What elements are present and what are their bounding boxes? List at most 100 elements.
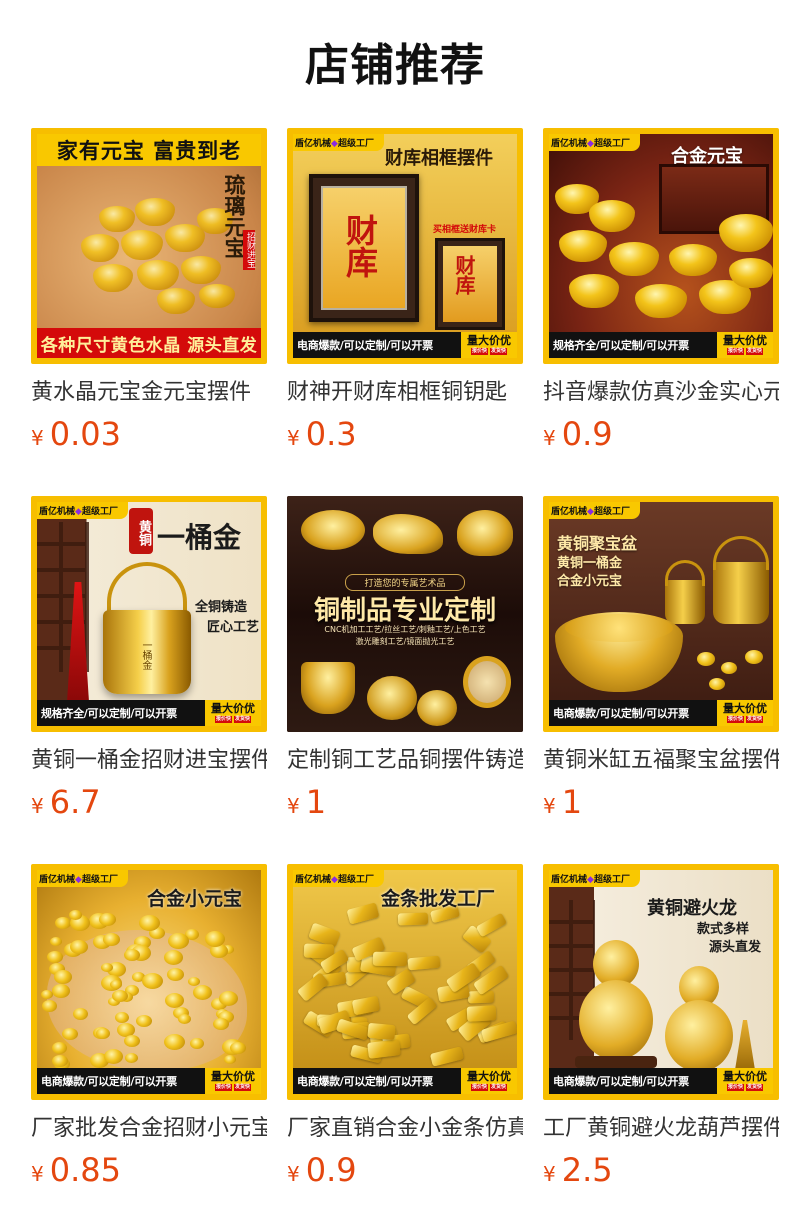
gold-coin	[104, 1049, 123, 1064]
product-name[interactable]: 工厂黄铜避火龙葫芦摆件	[543, 1114, 779, 1144]
brand-suffix: 超级工厂	[337, 139, 374, 149]
price-badge: 量大价优 报价快 发货快	[205, 700, 261, 726]
badge-sub1: 报价快	[726, 348, 744, 355]
promo-text: 电商爆款/可以定制/可以开票	[553, 1075, 689, 1088]
product-card[interactable]: 打造您的专属艺术品 铜制品专业定制 CNC机加工工艺/拉丝工艺/刺釉工艺/上色工…	[287, 496, 523, 832]
promo-text: 电商爆款/可以定制/可以开票	[553, 707, 689, 720]
brand-name: 盾亿机械	[39, 507, 76, 517]
badge-text: 量大价优	[723, 702, 767, 715]
gem-icon: ◆	[331, 875, 338, 885]
currency-symbol: ¥	[287, 426, 300, 450]
product-image[interactable]: 盾亿机械◆超级工厂 财库相框摆件 财库 财库 买相框送财库卡 电商爆款/可以定制…	[287, 128, 523, 364]
badge-sub2: 发货快	[490, 348, 508, 355]
gold-coin	[70, 940, 88, 954]
brand-name: 盾亿机械	[295, 139, 332, 149]
currency-symbol: ¥	[31, 1162, 44, 1186]
product-name[interactable]: 黄铜一桶金招财进宝摆件	[31, 746, 267, 776]
brass-bowl	[301, 510, 365, 550]
product-image[interactable]: 盾亿机械◆超级工厂 黄铜聚宝盆 黄铜一桶金 合金小元宝 电商爆款/可以定制/可以…	[543, 496, 779, 732]
gold-bar	[367, 1039, 401, 1059]
product-image[interactable]: 盾亿机械◆超级工厂 金条批发工厂 电商爆款/可以定制/可以开票 量大价优 报价快发…	[287, 864, 523, 1100]
product-card[interactable]: 盾亿机械◆超级工厂 合金小元宝 电商爆款/可以定制/可以开票 量大价优 报价快 发货…	[31, 864, 267, 1200]
product-card[interactable]: 盾亿机械◆超级工厂 合金元宝 规格齐全/可以定制/可以开票 量大价优 报价快 发货快…	[543, 128, 779, 464]
product-card[interactable]: 盾亿机械◆超级工厂 财库相框摆件 财库 财库 买相框送财库卡 电商爆款/可以定制…	[287, 128, 523, 464]
gold-nugget	[721, 662, 737, 674]
product-image[interactable]: 家有元宝 富贵到老 琉璃元宝 招财进宝 各种尺寸黄色水晶 源头直发	[31, 128, 267, 364]
brand-suffix: 超级工厂	[593, 875, 630, 885]
gold-coin	[125, 1053, 138, 1063]
gold-bar	[407, 955, 441, 971]
brand-tag: 盾亿机械◆超级工厂	[293, 870, 384, 887]
brand-tag: 盾亿机械◆超级工厂	[549, 134, 640, 151]
product-image[interactable]: 盾亿机械◆超级工厂 黄铜避火龙 款式多样 源头直发 电商爆款/可以定制/可以开票…	[543, 864, 779, 1100]
gold-bar	[429, 1046, 465, 1067]
promo-text: 电商爆款/可以定制/可以开票	[297, 339, 433, 352]
gold-coin	[103, 933, 120, 946]
product-name[interactable]: 黄水晶元宝金元宝摆件	[31, 378, 267, 408]
gold-coin	[54, 970, 72, 984]
image-line2: 匠心工艺	[207, 620, 260, 635]
gold-coin	[219, 991, 238, 1006]
price-badge: 量大价优 报价快 发货快	[461, 1068, 517, 1094]
currency-symbol: ¥	[287, 794, 300, 818]
badge-text: 量大价优	[211, 702, 255, 715]
product-card[interactable]: 盾亿机械◆超级工厂 黄铜避火龙 款式多样 源头直发 电商爆款/可以定制/可以开票…	[543, 864, 779, 1200]
brand-tag: 盾亿机械◆超级工厂	[293, 134, 384, 151]
product-name[interactable]: 厂家直销合金小金条仿真	[287, 1114, 523, 1144]
brand-suffix: 超级工厂	[81, 875, 118, 885]
product-name[interactable]: 黄铜米缸五福聚宝盆摆件	[543, 746, 779, 776]
product-card[interactable]: 盾亿机械◆超级工厂 金条批发工厂 电商爆款/可以定制/可以开票 量大价优 报价快发…	[287, 864, 523, 1200]
gold-coin	[164, 1034, 185, 1050]
product-card[interactable]: 盾亿机械◆超级工厂 黄铜 一桶金 一桶金 全铜铸造 匠心工艺 规格齐全/可以定制…	[31, 496, 267, 832]
currency-symbol: ¥	[31, 426, 44, 450]
product-name[interactable]: 厂家批发合金招财小元宝	[31, 1114, 267, 1144]
gold-nugget	[709, 678, 725, 690]
gold-coin	[190, 1038, 204, 1049]
product-name[interactable]: 财神开财库相框铜钥匙	[287, 378, 523, 408]
image-line2: 合金小元宝	[557, 574, 623, 589]
product-price: ¥0.85	[31, 1150, 267, 1190]
gold-coin	[115, 1012, 129, 1023]
brass-disc	[417, 690, 457, 726]
gold-coin	[124, 949, 140, 961]
gold-nugget	[697, 652, 715, 666]
page-title: 店铺推荐	[305, 40, 485, 91]
badge-text: 量大价优	[467, 334, 511, 347]
gourd-bottom	[579, 980, 653, 1060]
gold-coin	[112, 990, 128, 1002]
badge-text: 量大价优	[723, 334, 767, 347]
gold-coin	[73, 1008, 88, 1020]
badge-sub1: 报价快	[726, 1084, 744, 1091]
gem-icon: ◆	[75, 875, 82, 885]
gold-coin	[124, 1035, 140, 1047]
product-price: ¥1	[543, 782, 779, 822]
gold-coin	[139, 915, 160, 931]
small-frame: 财库	[435, 238, 505, 330]
large-bucket	[713, 562, 769, 624]
badge-sub2: 发货快	[746, 716, 764, 723]
product-card[interactable]: 家有元宝 富贵到老 琉璃元宝 招财进宝 各种尺寸黄色水晶 源头直发 黄水晶元宝金…	[31, 128, 267, 464]
product-card[interactable]: 盾亿机械◆超级工厂 黄铜聚宝盆 黄铜一桶金 合金小元宝 电商爆款/可以定制/可以…	[543, 496, 779, 832]
product-image[interactable]: 盾亿机械◆超级工厂 合金小元宝 电商爆款/可以定制/可以开票 量大价优 报价快 发货…	[31, 864, 267, 1100]
promo-text: 电商爆款/可以定制/可以开票	[297, 1075, 433, 1088]
product-price: ¥0.9	[287, 1150, 523, 1190]
badge-sub1: 报价快	[214, 1084, 232, 1091]
brass-buddha	[457, 510, 513, 556]
badge-sub2: 发货快	[234, 1084, 252, 1091]
product-image[interactable]: 盾亿机械◆超级工厂 合金元宝 规格齐全/可以定制/可以开票 量大价优 报价快 发货快	[543, 128, 779, 364]
price-value: 0.85	[49, 1151, 121, 1189]
photo-frame: 财库	[309, 174, 419, 322]
gem-icon: ◆	[587, 875, 594, 885]
currency-symbol: ¥	[543, 426, 556, 450]
product-name[interactable]: 定制铜工艺品铜摆件铸造	[287, 746, 523, 776]
promo-strip: 电商爆款/可以定制/可以开票 量大价优 报价快 发货快	[37, 1068, 261, 1094]
gold-coin	[52, 1055, 68, 1067]
gold-coin	[55, 917, 71, 929]
product-name[interactable]: 抖音爆款仿真沙金实心元宝	[543, 378, 779, 408]
image-line2: 源头直发	[709, 940, 762, 955]
image-note: 买相框送财库卡	[433, 225, 497, 235]
product-image[interactable]: 打造您的专属艺术品 铜制品专业定制 CNC机加工工艺/拉丝工艺/刺釉工艺/上色工…	[287, 496, 523, 732]
brand-suffix: 超级工厂	[81, 507, 118, 517]
currency-symbol: ¥	[31, 794, 44, 818]
product-image[interactable]: 盾亿机械◆超级工厂 黄铜 一桶金 一桶金 全铜铸造 匠心工艺 规格齐全/可以定制…	[31, 496, 267, 732]
